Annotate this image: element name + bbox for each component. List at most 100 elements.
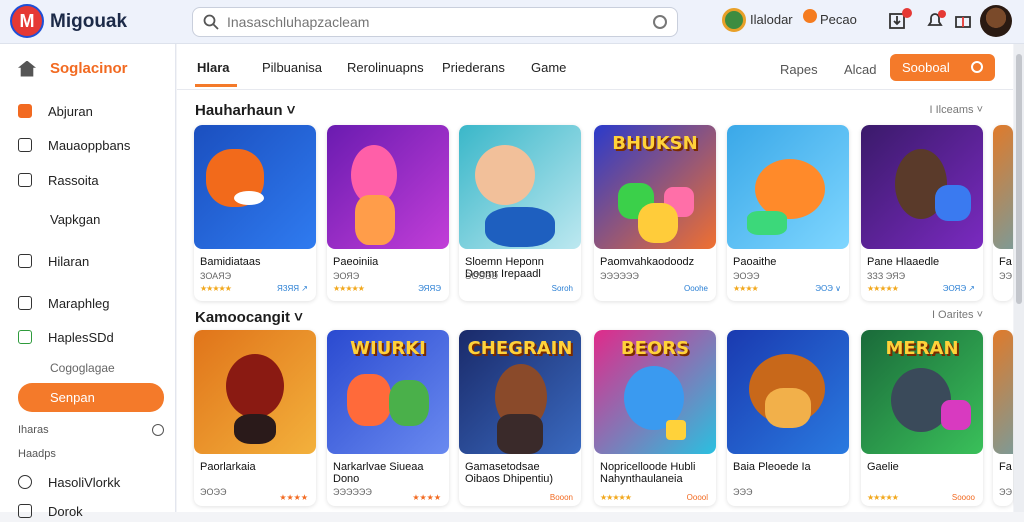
brand-name[interactable]: Migouak [50,11,127,33]
game-thumbnail[interactable] [727,125,849,249]
game-card[interactable]: Bamidiataas ЗОАЯЭ ★★★★★ ЯЗЯЯ ↗ [194,125,316,301]
link-2[interactable]: Alcad [844,62,877,77]
sidebar-item-label: Dorok [48,503,83,519]
gift-icon[interactable] [953,10,973,30]
sidebar-item-7[interactable]: HaplesSDd [18,326,114,348]
game-card[interactable]: Sloemn Heponn Doomr Irepaadl ЭОЭЭЭ Soroh [459,125,581,301]
tab-4[interactable]: Priederans [442,60,505,75]
search-button[interactable]: Sooboal [890,54,995,81]
user-name-label[interactable]: Ilalodar [750,12,793,27]
game-card[interactable]: WIURKI Narkarlvae Siueaa Dono ЭЭЭЭЭЭ ★★★★ [327,330,449,506]
sidebar-item-1[interactable]: Abjuran [18,100,93,122]
game-card[interactable]: Fa ЭЭ [993,330,1013,506]
more-text: I Oarites [931,309,974,321]
tab-2[interactable]: Pilbuanisa [262,60,322,75]
game-card[interactable]: MERAN Gaelie ★★★★★ Soooo [861,330,983,506]
sidebar-section2-label: Haadps [18,443,56,465]
main-content: Hlara Pilbuanisa Rerolinuapns Priederans… [177,44,1013,512]
game-thumbnail[interactable] [194,330,316,454]
game-thumbnail[interactable]: BEORS [594,330,716,454]
game-thumbnail[interactable] [993,125,1013,249]
tab-1[interactable]: Hlara [197,60,230,75]
top-bar: M Migouak Ilalodar Pecao [0,0,1024,44]
section-more-link[interactable]: I Oarites ˅ [932,309,983,321]
section-title-text: Kamoocangit [195,309,291,326]
tab-5[interactable]: Game [531,60,566,75]
tab-3[interactable]: Rerolinuapns [347,60,424,75]
game-title: Paeoiniia [333,256,379,268]
game-title: Baia Pleoede Ia [733,461,811,473]
game-thumbnail[interactable]: MERAN [861,330,983,454]
game-thumbnail[interactable]: CHEGRAIN [459,330,581,454]
game-meta: ЭЭЭЭЭЭ [333,487,372,497]
user-avatar[interactable] [980,5,1012,37]
game-logo-text: BHUKSN [612,133,698,154]
game-meta: ЭОЭЭ [733,271,760,281]
game-card[interactable]: BEORS Nopricelloode Hubli Nahynthaulaneia… [594,330,716,506]
game-tag: Ooohe [683,284,708,293]
game-thumbnail[interactable] [993,330,1013,454]
scrollbar-thumb[interactable] [1016,54,1022,304]
game-thumbnail[interactable] [459,125,581,249]
sidebar-item-8[interactable]: Cogoglagae [50,357,115,379]
game-thumbnail[interactable]: BHUKSN [594,125,716,249]
game-title: Paorlarkaia [200,461,256,473]
sidebar-item-label: Hilaran [48,253,90,269]
game-tag: Ooool [686,493,708,502]
search-icon [203,14,219,30]
rating-stars: ★★★★★ [333,284,365,293]
search-bar[interactable] [192,7,678,37]
game-logo-text: MERAN [885,338,959,359]
game-card[interactable]: Baia Pleoede Ia ЭЭЭ [727,330,849,506]
art-shape [234,191,264,205]
search-input[interactable] [227,12,627,32]
sidebar-item-active[interactable]: Senpan [18,383,164,412]
camera-icon[interactable] [653,15,667,29]
game-card[interactable]: CHEGRAIN Gamasetodsae Oibaos Dhipentiu) Bo… [459,330,581,506]
circle-icon [18,475,32,489]
game-tag: ЭОЭ ∨ [815,284,841,293]
art-shape [355,195,395,245]
game-card[interactable]: Paorlarkaia ЭОЭЭ ★★★★ [194,330,316,506]
game-card[interactable]: BHUKSN Paomvahkaodoodz ЭЭЭЭЭЭ Ooohe [594,125,716,301]
game-thumbnail[interactable] [194,125,316,249]
sidebar-item-4[interactable]: Vapkgan [50,208,100,230]
sidebar-item-5[interactable]: Hilaran [18,250,89,272]
game-thumbnail[interactable] [861,125,983,249]
search-button-label: Sooboal [902,60,950,75]
sidebar-bottom-item-2[interactable]: Dorok [18,500,83,522]
game-card[interactable]: Pane Hlaaedle ЗЗЗ ЭЯЭ ★★★★★ ЭОЯЭ ↗ [861,125,983,301]
logo-icon[interactable]: M [12,6,42,36]
game-tag: ЭОЯЭ ↗ [942,284,975,293]
game-thumbnail[interactable] [727,330,849,454]
art-shape [226,354,284,418]
link-1[interactable]: Rapes [780,62,818,77]
game-card[interactable]: Paeoiniia ЭОЯЭ ★★★★★ ЭЯЯЭ [327,125,449,301]
sidebar-home[interactable]: Soglacinor [18,60,128,77]
sidebar-item-2[interactable]: Mauaoppbans [18,134,130,156]
tab-bar: Hlara Pilbuanisa Rerolinuapns Priederans… [177,44,1013,90]
square-icon [18,173,32,187]
rating-stars: ★★★★★ [200,284,232,293]
game-meta: ЗЗЗ ЭЯЭ [867,271,906,281]
game-title: Nopricelloode Hubli Nahynthaulaneia [600,461,696,485]
sidebar-item-6[interactable]: Maraphleg [18,292,109,314]
section-more-link[interactable]: I Ilceams ˅ [930,104,984,116]
settings-icon[interactable] [152,424,164,436]
section-title[interactable]: Hauharhaun ˅ [195,102,295,119]
game-thumbnail[interactable]: WIURKI [327,330,449,454]
game-card[interactable]: Fa ЭЭ [993,125,1013,301]
sidebar-item-label: Maraphleg [48,295,110,311]
section-title[interactable]: Kamoocangit ˅ [195,309,303,326]
scrollbar[interactable] [1014,44,1024,512]
sidebar-bottom-item-1[interactable]: HasoliVlorkk [18,471,120,493]
coins-label[interactable]: Pecao [820,12,857,27]
profile-avatar-small[interactable] [722,8,746,32]
game-logo-text: WIURKI [350,338,426,359]
rating-stars: ★★★★★ [867,284,899,293]
game-meta: ЭЭЭЭЭЭ [600,271,639,281]
game-thumbnail[interactable] [327,125,449,249]
game-card[interactable]: Paoaithe ЭОЭЭ ★★★★ ЭОЭ ∨ [727,125,849,301]
section-label-text: Iharas [18,424,49,436]
sidebar-item-3[interactable]: Rassoita [18,169,99,191]
